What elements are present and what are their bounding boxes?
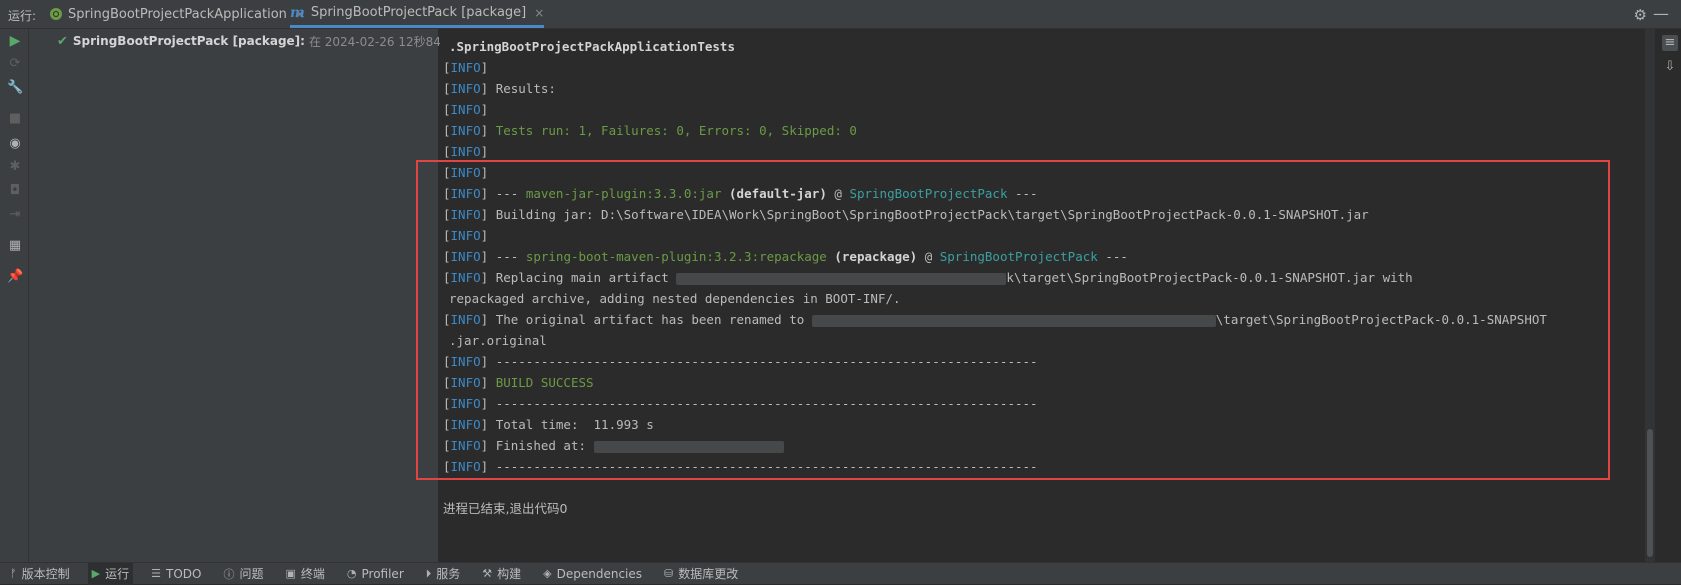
console-line: [INFO] --- spring-boot-maven-plugin:3.2.…: [443, 249, 1128, 264]
close-icon[interactable]: ×: [534, 6, 544, 20]
console-line: repackaged archive, adding nested depend…: [449, 291, 901, 306]
run-tab-bar: 运行: SpringBootProjectPackApplication × m…: [0, 0, 1681, 29]
list-icon: ☰: [151, 567, 161, 580]
run-icon: ▶: [91, 567, 101, 580]
console-line: [INFO] Total time: 11.993 s: [443, 417, 654, 432]
tree-item-package-run[interactable]: ✔ SpringBootProjectPack [package]: 在 202…: [57, 32, 473, 50]
tool-window-bar: ᚠ 版本控制 ▶ 运行 ☰ TODO ⓘ 问题 ▣ 终端 ◔ Profiler ⏵ 服务 ⚒ 构…: [0, 562, 1681, 585]
tool-database-changes[interactable]: ⛁ 数据库更改: [660, 563, 742, 585]
camera-icon[interactable]: ◘: [7, 183, 23, 199]
tool-services[interactable]: ⏵ 服务: [422, 563, 465, 585]
dependencies-icon: ◈: [543, 567, 552, 580]
console-line: [INFO] Replacing main artifact k\target\…: [443, 270, 1413, 285]
profiler-icon: ◔: [346, 567, 357, 580]
console-line: [INFO] The original artifact has been re…: [443, 312, 1547, 327]
tab-springbootprojectpackapplication[interactable]: SpringBootProjectPackApplication ×: [50, 0, 305, 28]
problems-icon: ⓘ: [223, 567, 235, 581]
redacted-timestamp: [593, 440, 784, 453]
console-line: .SpringBootProjectPackApplicationTests: [449, 39, 735, 54]
exit-message: 进程已结束,退出代码0: [443, 501, 568, 516]
console-line: [INFO]: [443, 228, 489, 243]
layout-icon[interactable]: ▦: [7, 238, 23, 254]
pin-icon[interactable]: 📌: [7, 269, 23, 285]
redacted-path: [811, 314, 1216, 327]
console-line: [INFO]: [443, 144, 489, 159]
run-toolbar: ▶ ⟳ 🔧 ■ ◉ ✱ ◘ ⇥ ▦ 📌: [0, 29, 29, 562]
vertical-scrollbar[interactable]: [1645, 29, 1655, 562]
console-line: [INFO] Results:: [443, 81, 556, 96]
branch-icon: ᚠ: [10, 567, 17, 580]
tool-build[interactable]: ⚒ 构建: [478, 563, 525, 585]
redacted-path: [676, 272, 1007, 285]
maven-icon: m: [290, 4, 305, 21]
build-icon: ⚒: [482, 567, 493, 580]
scroll-to-end-icon[interactable]: ⇩: [1662, 59, 1678, 75]
tool-problems[interactable]: ⓘ 问题: [219, 563, 267, 585]
console-line: [INFO]: [443, 60, 489, 75]
exit-icon[interactable]: ⇥: [7, 207, 23, 223]
spring-boot-icon: [50, 8, 62, 20]
console-line: [INFO] Tests run: 1, Failures: 0, Errors…: [443, 123, 857, 138]
tool-todo[interactable]: ☰ TODO: [147, 563, 205, 585]
console-line: [INFO]: [443, 102, 489, 117]
console-line: [INFO] --- maven-jar-plugin:3.3.0:jar (d…: [443, 186, 1038, 201]
database-icon: ⛁: [664, 567, 674, 580]
services-icon: ⏵: [425, 566, 432, 580]
build-success: BUILD SUCCESS: [495, 375, 594, 390]
tab-label: SpringBootProjectPackApplication: [68, 6, 287, 22]
run-tree-panel: ✔ SpringBootProjectPack [package]: 在 202…: [29, 29, 473, 562]
tool-version-control[interactable]: ᚠ 版本控制: [6, 563, 74, 585]
terminal-icon: ▣: [285, 567, 296, 580]
tab-springbootprojectpack-package[interactable]: m SpringBootProjectPack [package] ×: [290, 0, 545, 28]
soft-wrap-icon[interactable]: ≡: [1662, 35, 1678, 51]
gear-icon[interactable]: ⚙: [1634, 6, 1647, 24]
tab-label: SpringBootProjectPack [package]: [310, 5, 527, 20]
tool-terminal[interactable]: ▣ 终端: [281, 563, 328, 585]
console-output[interactable]: .SpringBootProjectPackApplicationTests […: [440, 29, 1626, 562]
rerun-icon[interactable]: ▶: [7, 33, 23, 49]
console-line: [INFO] ---------------------------------…: [443, 354, 1038, 369]
console-line: [INFO] BUILD SUCCESS: [443, 375, 594, 390]
console-line: [INFO] Building jar: D:\Software\IDEA\Wo…: [443, 207, 1369, 222]
console-line: [INFO] Finished at:: [440, 435, 1626, 456]
bug-icon[interactable]: ✱: [7, 159, 23, 175]
run-label: 运行:: [8, 9, 37, 23]
check-icon: ✔: [57, 33, 68, 49]
tool-profiler[interactable]: ◔ Profiler: [343, 563, 408, 585]
tool-run[interactable]: ▶ 运行: [87, 562, 134, 585]
eye-icon[interactable]: ◉: [7, 136, 23, 152]
tool-dependencies[interactable]: ◈ Dependencies: [539, 563, 646, 585]
scroll-thumb[interactable]: [1647, 429, 1653, 557]
wrench-icon[interactable]: 🔧: [7, 80, 23, 96]
minimize-icon[interactable]: —: [1653, 4, 1669, 23]
debug-rerun-icon[interactable]: ⟳: [7, 56, 23, 72]
console-line: .jar.original: [449, 333, 547, 348]
tree-item-name: SpringBootProjectPack [package]:: [72, 34, 305, 48]
console-line: [INFO] ---------------------------------…: [443, 459, 1038, 474]
stop-icon[interactable]: ■: [7, 111, 23, 127]
console-side-toolbar: ≡ ⇩: [1626, 29, 1681, 562]
console-line: [INFO] ---------------------------------…: [443, 396, 1038, 411]
console-line: [INFO]: [443, 165, 489, 180]
